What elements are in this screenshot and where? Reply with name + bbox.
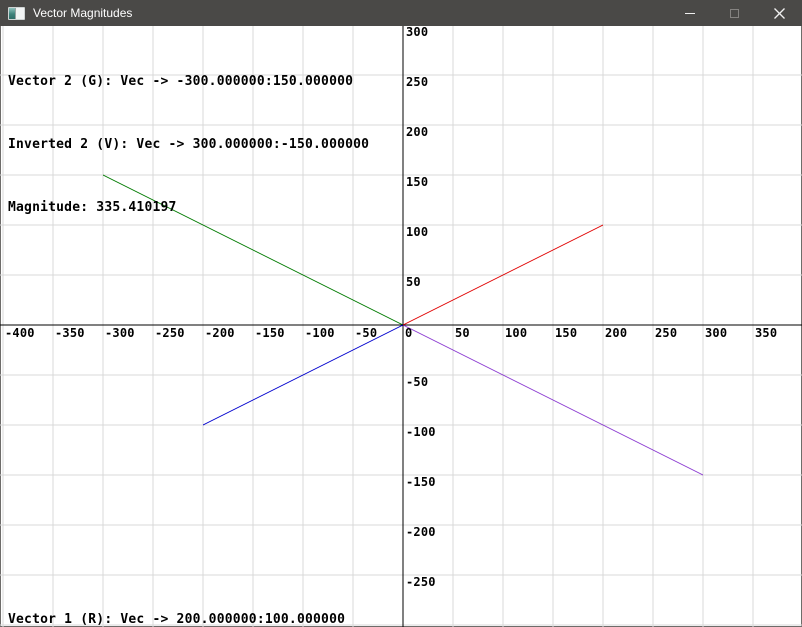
app-icon-left-pane: [9, 8, 16, 19]
x-tick-label: -350: [55, 326, 85, 340]
app-window: Vector Magnitudes -400 -350 -300 -250 -200 -1…: [0, 0, 802, 627]
y-tick-label: -100: [406, 425, 436, 439]
x-tick-label: 350: [755, 326, 777, 340]
inverted2-info-line: Inverted 2 (V): Vec -> 300.000000:-150.0…: [8, 134, 369, 155]
x-tick-label: -200: [205, 326, 235, 340]
plot-area: -400 -350 -300 -250 -200 -150 -100 -50 0 50 100 150…: [0, 26, 802, 627]
y-tick-label: 150: [406, 175, 428, 189]
vector1-info-line: Vector 1 (R): Vec -> 200.000000:100.0000…: [8, 609, 377, 627]
y-tick-label: -200: [406, 525, 436, 539]
vector2-annotation-block: Vector 2 (G): Vec -> -300.000000:150.000…: [8, 29, 369, 260]
y-tick-label: 300: [406, 26, 428, 39]
x-tick-label: -300: [105, 326, 135, 340]
titlebar[interactable]: Vector Magnitudes: [0, 0, 802, 26]
x-tick-label: 50: [455, 326, 470, 340]
y-tick-label: -250: [406, 575, 436, 589]
y-tick-label: -50: [406, 375, 428, 389]
window-controls: [667, 0, 802, 26]
x-tick-label: -50: [355, 326, 377, 340]
vector2-magnitude-line: Magnitude: 335.410197: [8, 197, 369, 218]
x-tick-label: 150: [555, 326, 577, 340]
x-tick-label: 100: [505, 326, 527, 340]
app-window-icon: [8, 7, 25, 20]
maximize-icon: [730, 9, 739, 18]
minimize-icon: [685, 13, 695, 14]
y-tick-label: 200: [406, 125, 428, 139]
close-button[interactable]: [757, 0, 802, 26]
x-tick-label: -400: [5, 326, 35, 340]
maximize-button[interactable]: [712, 0, 757, 26]
vector2-info-line: Vector 2 (G): Vec -> -300.000000:150.000…: [8, 71, 369, 92]
close-icon: [774, 8, 785, 19]
y-tick-label: 250: [406, 75, 428, 89]
window-title: Vector Magnitudes: [33, 6, 667, 20]
x-tick-label: -150: [255, 326, 285, 340]
vector1-annotation-block: Vector 1 (R): Vec -> 200.000000:100.0000…: [8, 567, 377, 627]
x-tick-label: 250: [655, 326, 677, 340]
minimize-button[interactable]: [667, 0, 712, 26]
x-tick-label: -250: [155, 326, 185, 340]
y-tick-label: 100: [406, 225, 428, 239]
y-tick-label: 50: [406, 275, 421, 289]
x-tick-label: -100: [305, 326, 335, 340]
app-icon-right-pane: [16, 8, 24, 19]
x-tick-label: 200: [605, 326, 627, 340]
x-tick-label: 0: [405, 326, 412, 340]
y-tick-label: -150: [406, 475, 436, 489]
x-tick-label: 300: [705, 326, 727, 340]
